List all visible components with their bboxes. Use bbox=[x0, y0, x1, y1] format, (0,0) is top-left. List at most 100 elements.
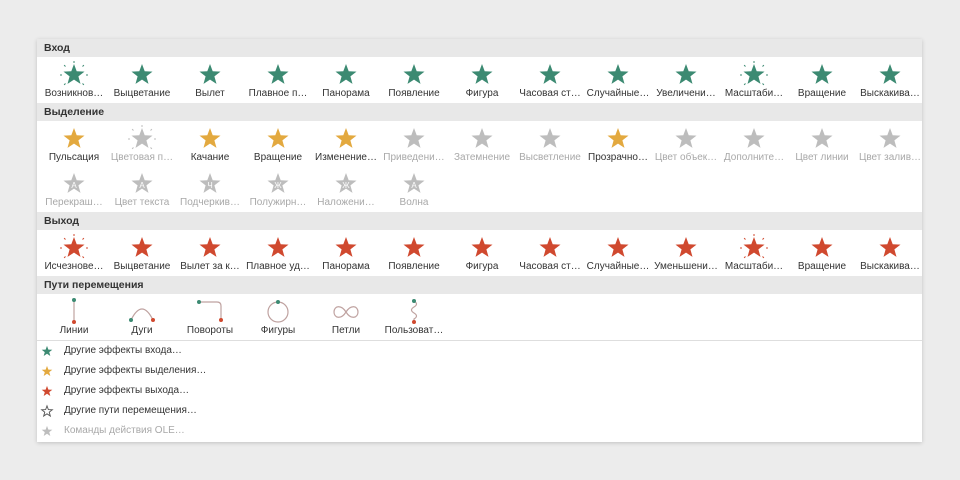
effect-shrink-turn[interactable]: Уменьшени… bbox=[652, 231, 720, 276]
effect-fly-out[interactable]: Вылет за к… bbox=[176, 231, 244, 276]
effect-label: Увеличени… bbox=[656, 88, 716, 99]
effect-label: Масштаби… bbox=[724, 88, 784, 99]
line-color-icon bbox=[807, 125, 837, 151]
effect-float-out[interactable]: Плавное уд… bbox=[244, 231, 312, 276]
effect-bounce-out[interactable]: Выскакива… bbox=[856, 231, 924, 276]
effect-darken: Затемнение bbox=[448, 122, 516, 167]
effect-lighten: Высветление bbox=[516, 122, 584, 167]
emphasis-effects-row-1: Пульсация Цветовая п… Качание Вращение Измен… bbox=[37, 122, 922, 167]
command-label: Команды действия OLE… bbox=[64, 425, 185, 436]
command-entrance-star[interactable]: Другие эффекты входа… bbox=[40, 342, 340, 360]
effect-complementary-color: Дополните… bbox=[720, 122, 788, 167]
effect-line-color: Цвет линии bbox=[788, 122, 856, 167]
command-label: Другие эффекты выделения… bbox=[64, 365, 207, 376]
svg-text:Ч: Ч bbox=[207, 181, 212, 190]
effect-wipe-out[interactable]: Появление bbox=[380, 231, 448, 276]
font-color-icon: A bbox=[127, 170, 157, 196]
effect-label: Масштаби… bbox=[724, 261, 784, 272]
effect-fade[interactable]: Выцветание bbox=[108, 58, 176, 103]
float-in-icon bbox=[263, 61, 293, 87]
effect-label: Линии bbox=[59, 325, 89, 336]
effect-label: Цветовая п… bbox=[110, 152, 174, 163]
effect-fly-in[interactable]: Вылет bbox=[176, 58, 244, 103]
effect-label: Плавное п… bbox=[248, 88, 308, 99]
svg-text:A: A bbox=[139, 181, 145, 190]
shape-out-icon bbox=[467, 234, 497, 260]
darken-icon bbox=[467, 125, 497, 151]
effect-split-out[interactable]: Панорама bbox=[312, 231, 380, 276]
effect-object-color: Цвет объек… bbox=[652, 122, 720, 167]
effect-label: Исчезнове… bbox=[44, 261, 104, 272]
effect-teeter[interactable]: Качание bbox=[176, 122, 244, 167]
effect-disappear[interactable]: Исчезнове… bbox=[40, 231, 108, 276]
section-header-motion: Пути перемещения bbox=[37, 276, 922, 294]
effect-appear[interactable]: Возникнов… bbox=[40, 58, 108, 103]
effect-swivel[interactable]: Вращение bbox=[788, 58, 856, 103]
effect-transparency[interactable]: Прозрачно… bbox=[584, 122, 652, 167]
divider bbox=[37, 340, 922, 341]
command-motion-star[interactable]: Другие пути перемещения… bbox=[40, 402, 340, 420]
effect-label: Случайные… bbox=[586, 88, 650, 99]
command-label: Другие пути перемещения… bbox=[64, 405, 197, 416]
command-emphasis-star[interactable]: Другие эффекты выделения… bbox=[40, 362, 340, 380]
effect-bounce[interactable]: Выскакива… bbox=[856, 58, 924, 103]
animation-gallery: Вход Возникнов… Выцветание Вылет Плавное п…… bbox=[37, 39, 922, 442]
effect-custom-path[interactable]: Пользоват… bbox=[380, 295, 448, 340]
effect-pulse[interactable]: Пульсация bbox=[40, 122, 108, 167]
bold-flash-icon: Ж bbox=[263, 170, 293, 196]
effect-loops-path[interactable]: Петли bbox=[312, 295, 380, 340]
effect-fade-out[interactable]: Выцветание bbox=[108, 231, 176, 276]
effect-label: Плавное уд… bbox=[246, 261, 310, 272]
effect-wheel[interactable]: Часовая ст… bbox=[516, 58, 584, 103]
effect-label: Приведени… bbox=[383, 152, 445, 163]
effect-turns-path[interactable]: Повороты bbox=[176, 295, 244, 340]
effect-arcs-path[interactable]: Дуги bbox=[108, 295, 176, 340]
effect-shape[interactable]: Фигура bbox=[448, 58, 516, 103]
effect-label: Часовая ст… bbox=[519, 261, 581, 272]
effect-wipe[interactable]: Появление bbox=[380, 58, 448, 103]
turns-path-icon bbox=[195, 298, 225, 324]
shapes-path-icon bbox=[263, 298, 293, 324]
section-header-emphasis: Выделение bbox=[37, 103, 922, 121]
effect-random-bars-out[interactable]: Случайные… bbox=[584, 231, 652, 276]
effect-lines-path[interactable]: Линии bbox=[40, 295, 108, 340]
exit-star-icon bbox=[40, 384, 54, 398]
effect-label: Прозрачно… bbox=[588, 152, 648, 163]
bounce-icon bbox=[875, 61, 905, 87]
fade-icon bbox=[127, 61, 157, 87]
effect-label: Высветление bbox=[519, 152, 581, 163]
effect-label: Появление bbox=[388, 88, 440, 99]
ole-action-icon bbox=[40, 424, 54, 438]
effect-label: Пользоват… bbox=[384, 325, 444, 336]
effect-grow-turn[interactable]: Увеличени… bbox=[652, 58, 720, 103]
effect-label: Полужирн… bbox=[249, 197, 307, 208]
wipe-icon bbox=[399, 61, 429, 87]
split-out-icon bbox=[331, 234, 361, 260]
fade-out-icon bbox=[127, 234, 157, 260]
command-exit-star[interactable]: Другие эффекты выхода… bbox=[40, 382, 340, 400]
effect-zoom[interactable]: Масштаби… bbox=[720, 58, 788, 103]
effect-split[interactable]: Панорама bbox=[312, 58, 380, 103]
effect-grow-shrink[interactable]: Изменение… bbox=[312, 122, 380, 167]
effect-label: Уменьшени… bbox=[654, 261, 718, 272]
effect-label: Цвет залив… bbox=[858, 152, 922, 163]
effect-shape-out[interactable]: Фигура bbox=[448, 231, 516, 276]
lighten-icon bbox=[535, 125, 565, 151]
effect-wheel-out[interactable]: Часовая ст… bbox=[516, 231, 584, 276]
color-pulse-icon bbox=[127, 125, 157, 151]
effect-spin[interactable]: Вращение bbox=[244, 122, 312, 167]
effect-swivel-out[interactable]: Вращение bbox=[788, 231, 856, 276]
effect-shapes-path[interactable]: Фигуры bbox=[244, 295, 312, 340]
effect-desaturate: Приведени… bbox=[380, 122, 448, 167]
section-header-entrance: Вход bbox=[37, 39, 922, 57]
appear-icon bbox=[59, 61, 89, 87]
svg-text:A: A bbox=[71, 181, 77, 190]
effect-brush-color: A Перекраш… bbox=[40, 167, 108, 212]
effect-label: Выскакива… bbox=[860, 261, 920, 272]
effect-float-in[interactable]: Плавное п… bbox=[244, 58, 312, 103]
effect-random-bars[interactable]: Случайные… bbox=[584, 58, 652, 103]
spin-icon bbox=[263, 125, 293, 151]
effect-zoom-out[interactable]: Масштаби… bbox=[720, 231, 788, 276]
svg-text:A: A bbox=[411, 181, 417, 190]
emphasis-effects-row-2: A Перекраш… A Цвет текста Ч Подчеркив… Ж Полужи… bbox=[37, 167, 922, 212]
